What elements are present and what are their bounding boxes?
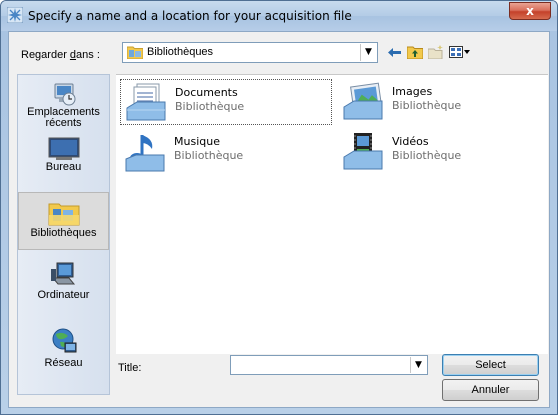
view-menu-icon[interactable] — [449, 43, 471, 61]
title-bar[interactable]: Specify a name and a location for your a… — [1, 1, 557, 31]
place-label: Bureau — [45, 161, 82, 173]
new-folder-icon[interactable] — [428, 43, 444, 61]
place-computer[interactable]: Ordinateur — [18, 261, 109, 311]
place-label: Ordinateur — [37, 289, 90, 301]
place-label: Bibliothèques — [30, 227, 97, 239]
libraries-icon — [48, 203, 79, 226]
folder-up-icon[interactable] — [407, 43, 423, 61]
music-library-icon — [125, 135, 165, 172]
lookin-combobox[interactable]: Bibliothèques ▼ — [122, 42, 378, 63]
app-star-icon — [7, 7, 23, 23]
documents-library-icon — [126, 83, 166, 121]
cancel-button[interactable]: Annuler — [442, 379, 539, 401]
videos-library-icon — [343, 133, 383, 170]
item-type: Bibliothèque — [392, 149, 462, 162]
libraries-folder-icon — [127, 46, 143, 59]
item-type: Bibliothèque — [175, 100, 245, 113]
dialog-body: Regarder dans : Bibliothèques ▼ Emplacem… — [8, 31, 550, 408]
lookin-value: Bibliothèques — [147, 46, 214, 58]
item-name: Vidéos — [392, 135, 429, 148]
lookin-label: Regarder dans : — [21, 49, 100, 61]
list-item-documents[interactable]: Documents Bibliothèque — [120, 79, 332, 125]
list-item-videos[interactable]: Vidéos Bibliothèque — [338, 129, 546, 175]
network-icon — [52, 328, 76, 353]
computer-icon — [50, 262, 75, 285]
window-title: Specify a name and a location for your a… — [28, 9, 352, 23]
close-button[interactable]: x — [509, 2, 551, 20]
desktop-icon — [48, 137, 79, 160]
dialog-window: Specify a name and a location for your a… — [0, 0, 558, 415]
list-item-images[interactable]: Images Bibliothèque — [338, 79, 546, 125]
place-recent-places[interactable]: Emplacements récents — [18, 81, 109, 131]
title-field-label: Title: — [118, 362, 142, 374]
list-item-music[interactable]: Musique Bibliothèque — [120, 129, 332, 175]
item-name: Documents — [175, 86, 238, 99]
place-libraries[interactable]: Bibliothèques — [18, 192, 109, 250]
place-label: Réseau — [44, 357, 83, 369]
place-label: Emplacements récents — [27, 106, 100, 129]
place-desktop[interactable]: Bureau — [18, 137, 109, 182]
item-type: Bibliothèque — [174, 149, 244, 162]
lookin-label-suffix: ans : — [76, 49, 100, 61]
places-bar: Emplacements récents Bureau Bibliothèque… — [17, 74, 110, 395]
title-input[interactable]: ▼ — [230, 355, 428, 375]
recent-places-icon — [54, 83, 75, 106]
place-network[interactable]: Réseau — [18, 327, 109, 377]
item-type: Bibliothèque — [392, 99, 462, 112]
back-arrow-icon[interactable] — [387, 43, 401, 61]
select-button[interactable]: Select — [442, 354, 539, 376]
item-name: Images — [392, 85, 433, 98]
lookin-label-prefix: Regarder — [21, 49, 70, 61]
file-list[interactable]: Documents Bibliothèque Images Bibliothèq… — [116, 74, 548, 354]
close-icon: x — [526, 4, 534, 18]
item-name: Musique — [174, 135, 220, 148]
pictures-library-icon — [343, 82, 383, 120]
chevron-down-icon[interactable]: ▼ — [360, 44, 376, 61]
chevron-down-icon[interactable]: ▼ — [410, 357, 426, 373]
